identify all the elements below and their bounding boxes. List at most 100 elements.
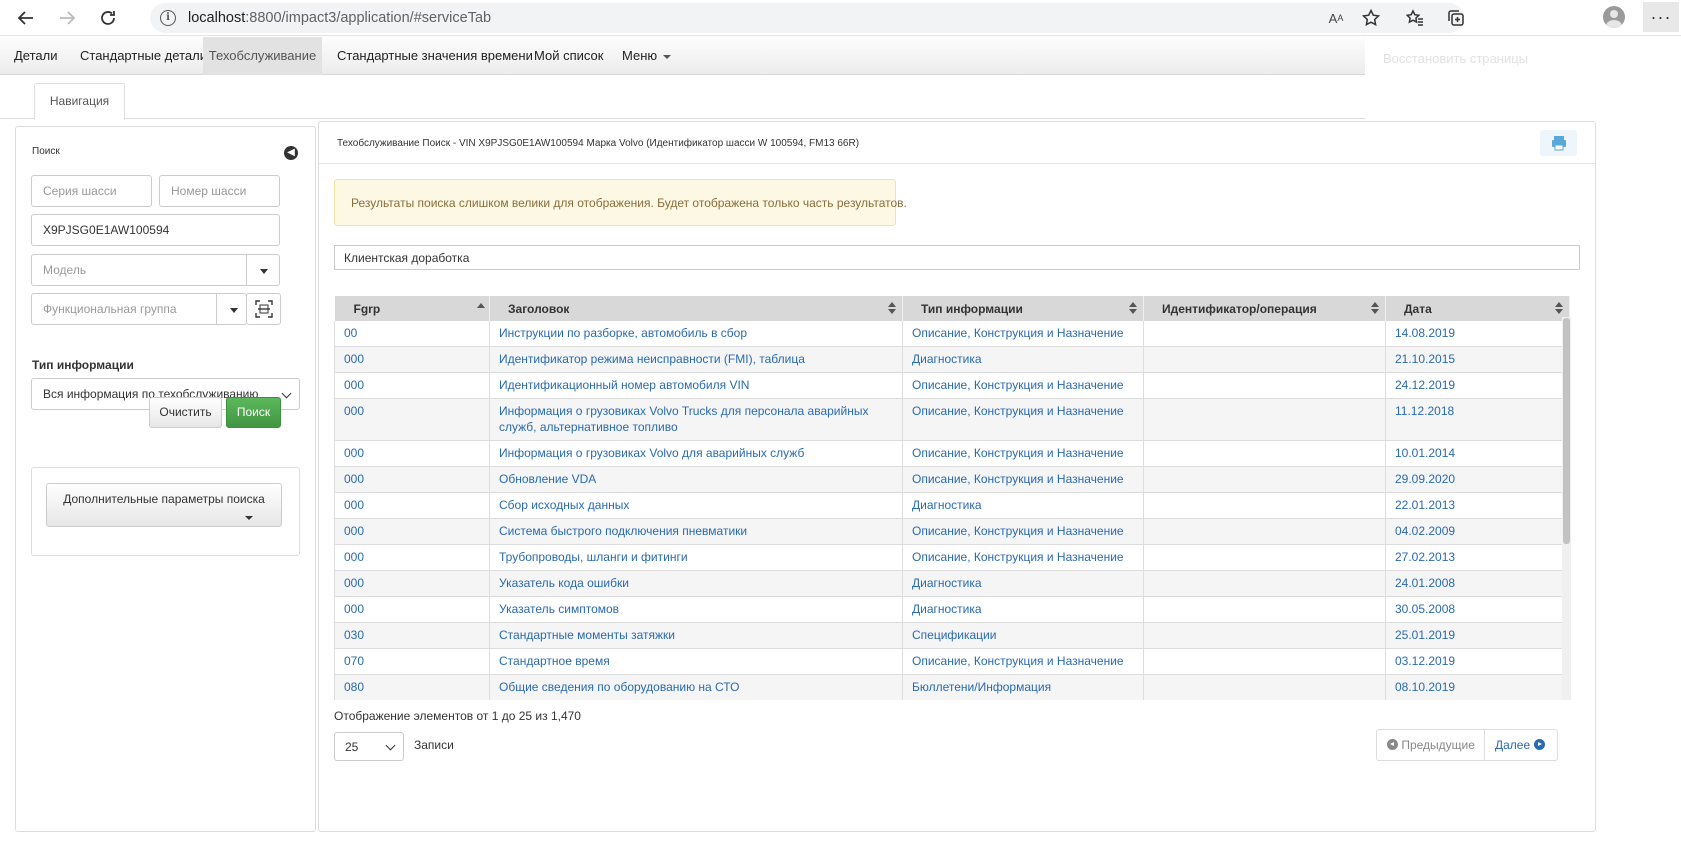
table-row[interactable]: 000 Обновление VDA Описание, Конструкция и… [334, 466, 1570, 493]
cell-info-type[interactable]: Описание, Конструкция и Назначение [902, 372, 1144, 399]
table-row[interactable]: 000 Идентификационный номер автомобиля VI… [334, 372, 1570, 399]
cell-identifier[interactable] [1143, 398, 1386, 441]
cell-fgrp[interactable]: 000 [334, 440, 490, 467]
cell-title[interactable]: Обновление VDA [489, 466, 903, 493]
cell-date[interactable]: 22.01.2013 [1385, 492, 1570, 519]
column-header-identifier[interactable]: Идентификатор/операция [1143, 296, 1386, 321]
table-row[interactable]: 000 Указатель кода ошибки Диагностика 24.01… [334, 570, 1570, 597]
cell-title[interactable]: Сбор исходных данных [489, 492, 903, 519]
collapse-panel-icon[interactable]: ◀ [284, 146, 298, 160]
table-row[interactable]: 000 Информация о грузовиках Volvo для ава… [334, 440, 1570, 467]
cell-date[interactable]: 14.08.2019 [1385, 321, 1570, 347]
cell-title[interactable]: Трубопроводы, шланги и фитинги [489, 544, 903, 571]
table-row[interactable]: 000 Указатель симптомов Диагностика 30.05.2… [334, 596, 1570, 623]
scrollbar-thumb[interactable] [1563, 318, 1570, 544]
search-button[interactable]: Поиск [226, 397, 281, 428]
cell-title[interactable]: Стандартное время [489, 648, 903, 675]
chassis-series-input[interactable]: Серия шасси [31, 175, 152, 207]
cell-fgrp[interactable]: 000 [334, 596, 490, 623]
table-row[interactable]: 030 Стандартные моменты затяжки Спецификац… [334, 622, 1570, 649]
collections-icon[interactable] [1443, 5, 1469, 31]
cell-fgrp[interactable]: 000 [334, 372, 490, 399]
cell-title[interactable]: Указатель кода ошибки [489, 570, 903, 597]
cell-date[interactable]: 08.10.2019 [1385, 674, 1570, 700]
cell-info-type[interactable]: Диагностика [902, 596, 1144, 623]
back-icon[interactable] [12, 4, 40, 32]
cell-date[interactable]: 04.02.2009 [1385, 518, 1570, 545]
nav-item-standard-details[interactable]: Стандартные детали [66, 37, 221, 75]
nav-item-details[interactable]: Детали [0, 37, 72, 75]
barcode-scan-icon[interactable] [246, 293, 281, 325]
cell-date[interactable]: 24.01.2008 [1385, 570, 1570, 597]
cell-info-type[interactable]: Бюллетени/Информация [902, 674, 1144, 700]
cell-identifier[interactable] [1143, 440, 1386, 467]
more-menu-icon[interactable]: ··· [1643, 2, 1679, 32]
cell-info-type[interactable]: Описание, Конструкция и Назначение [902, 648, 1144, 675]
cell-fgrp[interactable]: 00 [334, 321, 490, 347]
cell-info-type[interactable]: Спецификации [902, 622, 1144, 649]
cell-fgrp[interactable]: 000 [334, 518, 490, 545]
page-size-select[interactable]: 25 [334, 732, 404, 761]
table-row[interactable]: 00 Инструкции по разборке, автомобиль в с… [334, 321, 1570, 347]
table-row[interactable]: 000 Система быстрого подключения пневмати… [334, 518, 1570, 545]
cell-info-type[interactable]: Описание, Конструкция и Назначение [902, 440, 1144, 467]
read-aloud-icon[interactable]: AA [1323, 5, 1349, 31]
cell-date[interactable]: 24.12.2019 [1385, 372, 1570, 399]
cell-title[interactable]: Инструкции по разборке, автомобиль в сбо… [489, 321, 903, 347]
cell-title[interactable]: Система быстрого подключения пневматики [489, 518, 903, 545]
function-group-select[interactable]: Функциональная группа [31, 293, 247, 325]
cell-date[interactable]: 29.09.2020 [1385, 466, 1570, 493]
cell-identifier[interactable] [1143, 622, 1386, 649]
clear-button[interactable]: Очистить [149, 397, 222, 428]
nav-item-menu[interactable]: Меню [608, 37, 685, 75]
cell-identifier[interactable] [1143, 321, 1386, 347]
cell-date[interactable]: 03.12.2019 [1385, 648, 1570, 675]
function-group-dropdown-icon[interactable] [216, 294, 246, 324]
site-info-icon[interactable]: i [160, 10, 176, 26]
model-select[interactable]: Модель [31, 254, 280, 286]
filter-input[interactable]: Клиентская доработка [334, 245, 1580, 270]
favorites-icon[interactable] [1402, 5, 1428, 31]
profile-avatar-icon[interactable] [1603, 6, 1625, 28]
model-dropdown-icon[interactable] [246, 255, 279, 285]
vin-input[interactable]: X9PJSG0E1AW100594 [31, 214, 280, 246]
cell-info-type[interactable]: Диагностика [902, 492, 1144, 519]
column-header-info-type[interactable]: Тип информации [902, 296, 1144, 321]
table-row[interactable]: 000 Идентификатор режима неисправности (F… [334, 346, 1570, 373]
table-scrollbar[interactable] [1562, 317, 1571, 700]
cell-title[interactable]: Информация о грузовиках Volvo для аварий… [489, 440, 903, 467]
next-page-button[interactable]: Далее [1485, 730, 1557, 760]
cell-fgrp[interactable]: 000 [334, 492, 490, 519]
column-header-fgrp[interactable]: Fgrp [334, 296, 490, 321]
cell-info-type[interactable]: Диагностика [902, 570, 1144, 597]
cell-identifier[interactable] [1143, 596, 1386, 623]
forward-icon[interactable] [53, 4, 81, 32]
column-header-date[interactable]: Дата [1385, 296, 1570, 321]
cell-fgrp[interactable]: 000 [334, 466, 490, 493]
cell-title[interactable]: Указатель симптомов [489, 596, 903, 623]
cell-title[interactable]: Общие сведения по оборудованию на СТО [489, 674, 903, 700]
table-row[interactable]: 000 Трубопроводы, шланги и фитинги Описани… [334, 544, 1570, 571]
cell-date[interactable]: 10.01.2014 [1385, 440, 1570, 467]
tab-navigation[interactable]: Навигация [34, 83, 125, 120]
cell-fgrp[interactable]: 000 [334, 570, 490, 597]
restore-pages-link[interactable]: Восстановить страницы [1383, 51, 1528, 66]
cell-title[interactable]: Информация о грузовиках Volvo Trucks для… [489, 398, 903, 441]
cell-title[interactable]: Стандартные моменты затяжки [489, 622, 903, 649]
cell-date[interactable]: 30.05.2008 [1385, 596, 1570, 623]
cell-fgrp[interactable]: 030 [334, 622, 490, 649]
chassis-number-input[interactable]: Номер шасси [159, 175, 280, 207]
cell-title[interactable]: Идентификационный номер автомобиля VIN [489, 372, 903, 399]
reload-icon[interactable] [94, 4, 122, 32]
cell-identifier[interactable] [1143, 372, 1386, 399]
nav-item-service[interactable]: Техобслуживание [203, 37, 322, 75]
cell-date[interactable]: 11.12.2018 [1385, 398, 1570, 441]
print-icon[interactable] [1540, 130, 1577, 156]
cell-date[interactable]: 25.01.2019 [1385, 622, 1570, 649]
add-favorite-icon[interactable] [1358, 5, 1384, 31]
cell-info-type[interactable]: Описание, Конструкция и Назначение [902, 466, 1144, 493]
cell-identifier[interactable] [1143, 570, 1386, 597]
advanced-search-button[interactable]: Дополнительные параметры поиска [46, 483, 282, 527]
table-row[interactable]: 080 Общие сведения по оборудованию на СТО… [334, 674, 1570, 700]
cell-fgrp[interactable]: 000 [334, 398, 490, 441]
